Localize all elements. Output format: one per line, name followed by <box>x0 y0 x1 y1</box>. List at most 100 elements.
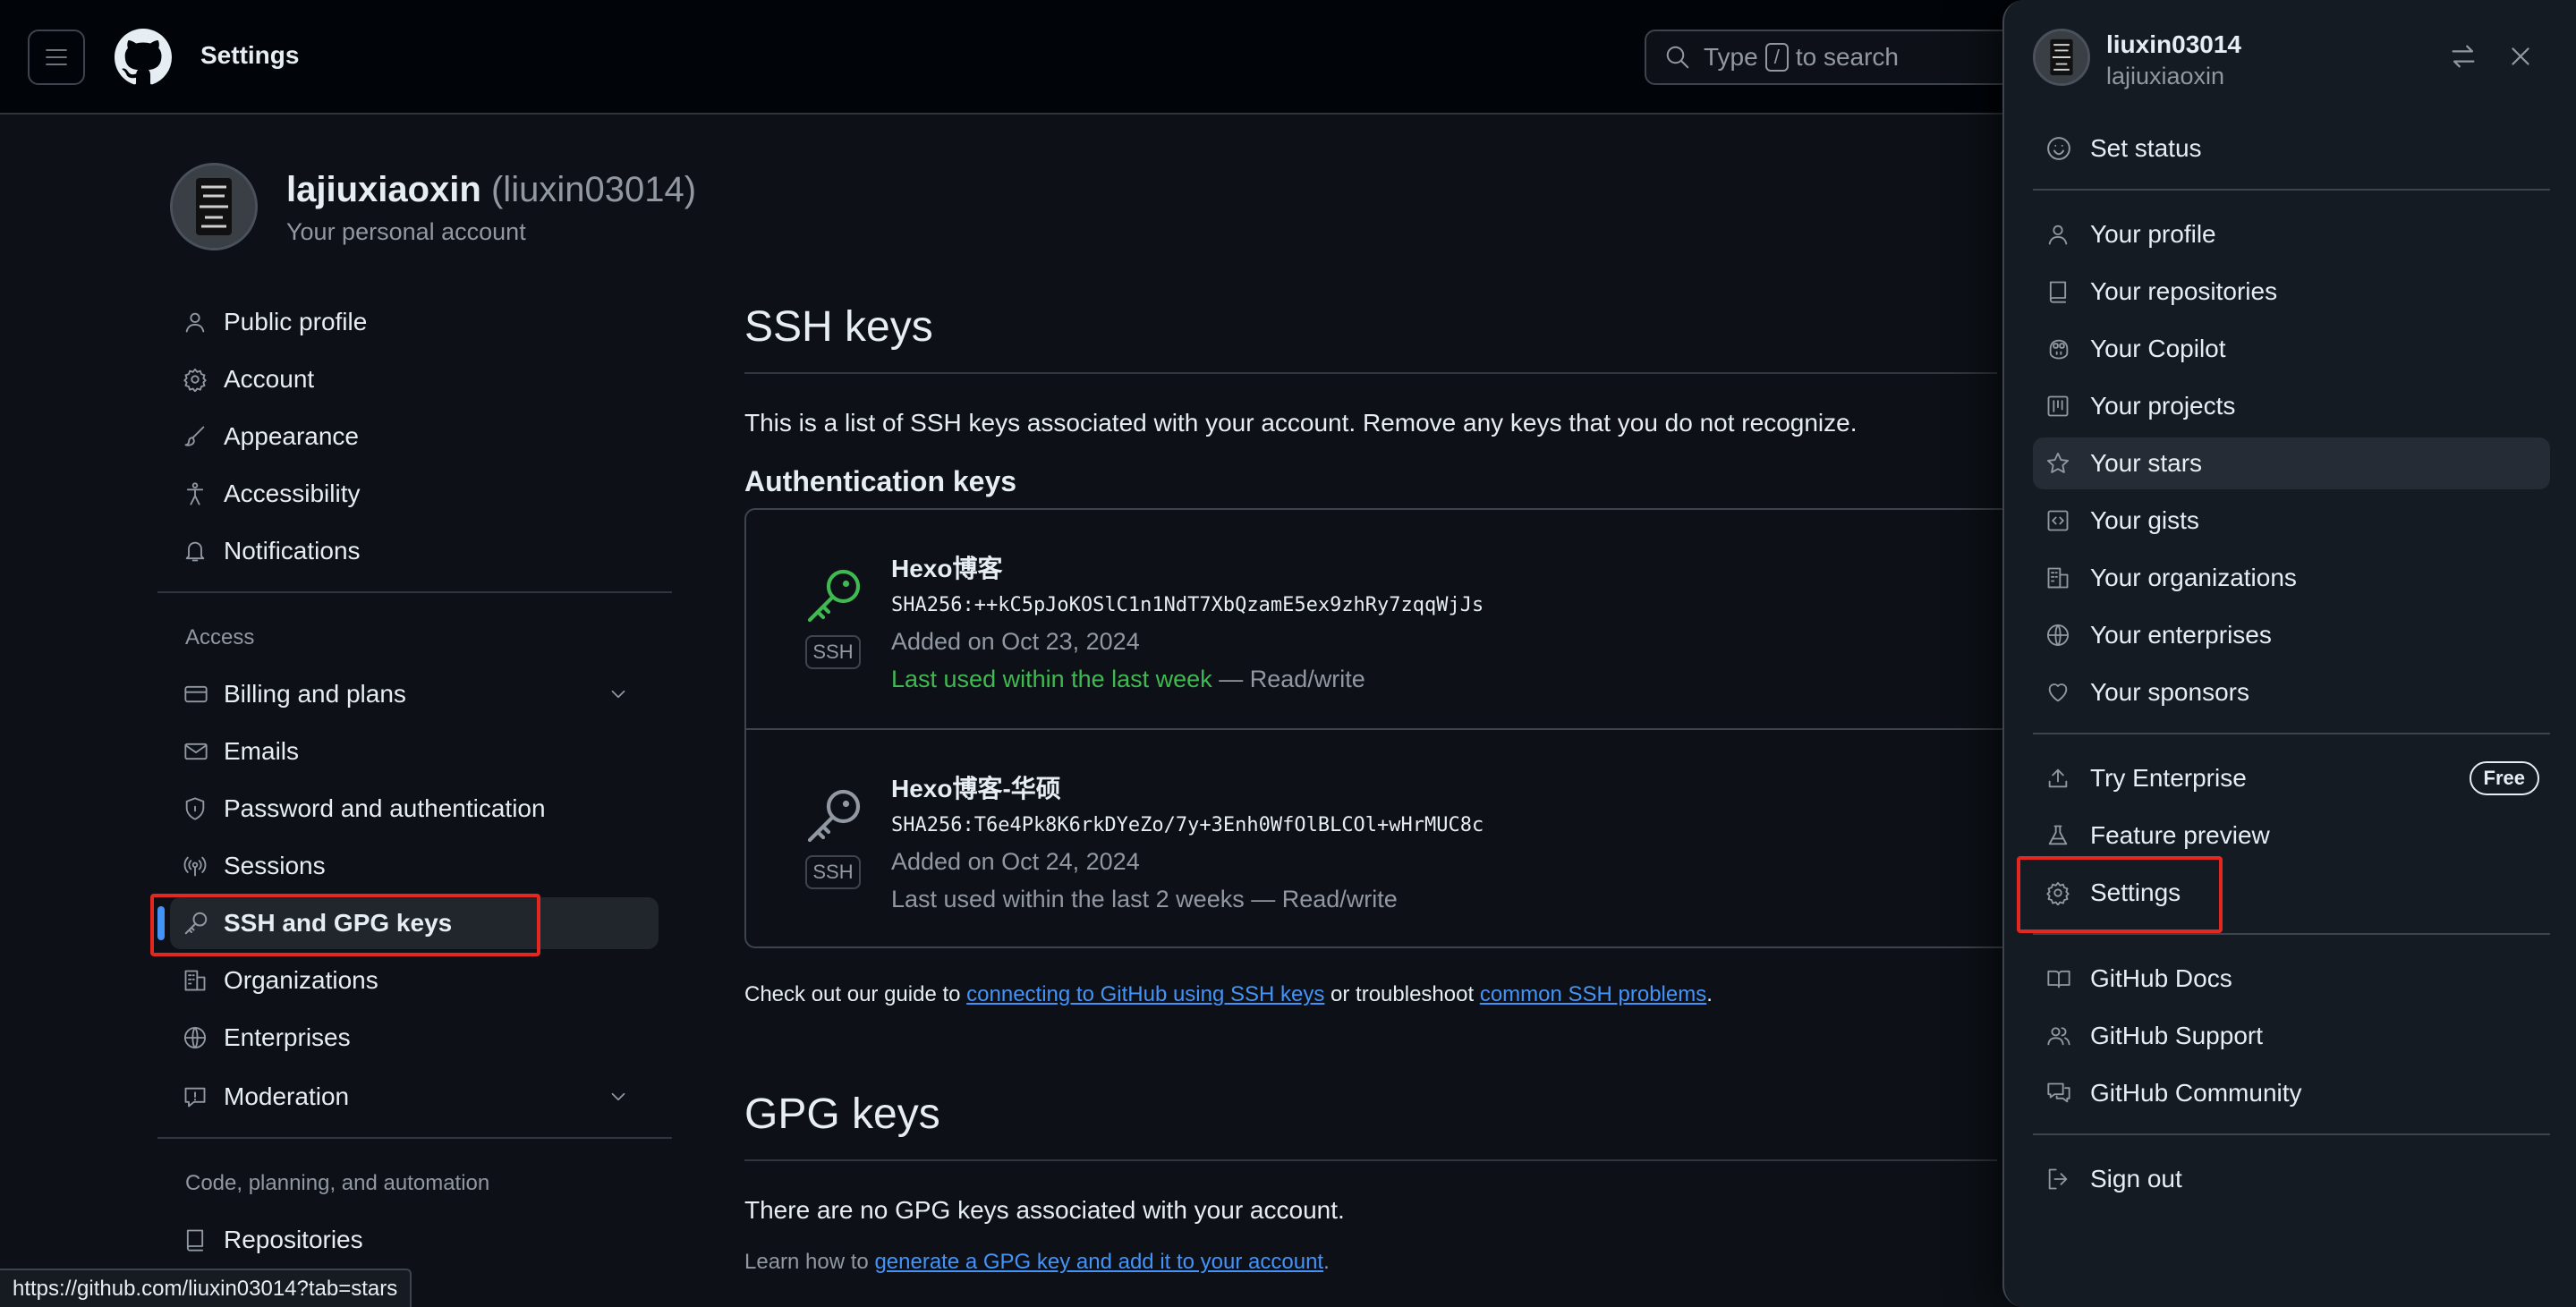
bell-icon <box>183 537 224 565</box>
menu-item-your-stars[interactable]: Your stars <box>2033 437 2550 489</box>
sidebar-item-password-auth[interactable]: Password and authentication <box>170 783 659 835</box>
ssh-key-access: — Read/write <box>1211 666 1365 692</box>
search-input[interactable]: Type / to search <box>1645 30 2020 85</box>
account-avatar[interactable] <box>170 163 258 250</box>
sidebar-item-enterprises[interactable]: Enterprises <box>170 1012 659 1064</box>
gpg-divider <box>744 1159 1997 1161</box>
menu-item-set-status[interactable]: Set status <box>2033 123 2550 174</box>
beaker-icon <box>2045 823 2090 848</box>
free-badge: Free <box>2469 761 2539 795</box>
ssh-key-fingerprint: SHA256:T6e4Pk8K6rkDYeZo/7y+3Enh0WfOlBLCO… <box>891 814 1484 836</box>
ssh-key-title: Hexo博客-华硕 <box>891 775 1061 802</box>
hamburger-icon <box>46 49 67 65</box>
people-icon <box>2045 1023 2090 1048</box>
sidebar-item-notifications[interactable]: Notifications <box>170 525 659 577</box>
ssh-key-added-date: Added on Oct 23, 2024 <box>891 628 1140 655</box>
menu-item-label: Your repositories <box>2090 277 2278 305</box>
menu-item-label: GitHub Community <box>2090 1079 2302 1107</box>
search-prefix: Type <box>1704 43 1758 71</box>
menu-item-github-docs[interactable]: GitHub Docs <box>2033 953 2550 1005</box>
sidebar-item-public-profile[interactable]: Public profile <box>170 296 659 348</box>
credit-card-icon <box>183 680 224 709</box>
page-context-title[interactable]: Settings <box>200 41 299 70</box>
sidebar-item-sessions[interactable]: Sessions <box>170 840 659 892</box>
accessibility-icon <box>183 480 224 508</box>
sidebar-item-emails[interactable]: Emails <box>170 726 659 777</box>
menu-item-sign-out[interactable]: Sign out <box>2033 1153 2550 1205</box>
project-icon <box>2045 394 2090 419</box>
ssh-problems-link[interactable]: common SSH problems <box>1480 982 1706 1006</box>
ssh-badge: SSH <box>805 635 861 669</box>
sidebar-item-label: Emails <box>224 737 300 765</box>
sidebar-heading-code: Code, planning, and automation <box>185 1171 490 1195</box>
ssh-key-last-used-highlight: Last used within the last week <box>891 666 1212 692</box>
guide-prefix: Check out our guide to <box>744 982 967 1006</box>
menu-item-your-projects[interactable]: Your projects <box>2033 380 2550 432</box>
menu-item-label: Your Copilot <box>2090 335 2226 362</box>
menu-item-label: GitHub Docs <box>2090 964 2232 992</box>
menu-item-label: Set status <box>2090 134 2202 162</box>
menu-item-your-profile[interactable]: Your profile <box>2033 208 2550 260</box>
page-description: This is a list of SSH keys associated wi… <box>744 409 1858 437</box>
menu-item-label: GitHub Support <box>2090 1022 2263 1049</box>
sign-out-icon <box>2045 1167 2090 1192</box>
upload-icon <box>2045 766 2090 791</box>
sidebar-item-accessibility[interactable]: Accessibility <box>170 468 659 520</box>
connecting-ssh-link[interactable]: connecting to GitHub using SSH keys <box>966 982 1324 1006</box>
generate-gpg-key-link[interactable]: generate a GPG key and add it to your ac… <box>874 1250 1323 1274</box>
menu-item-label: Feature preview <box>2090 821 2270 849</box>
page-title: SSH keys <box>744 303 933 351</box>
gear-icon <box>183 365 224 394</box>
organization-icon <box>183 966 224 995</box>
sidebar-item-label: Billing and plans <box>224 680 406 708</box>
menu-divider <box>2033 1133 2550 1135</box>
menu-divider <box>2033 189 2550 191</box>
sidebar-divider <box>157 591 672 593</box>
account-display-name[interactable]: lajiuxiaoxin (liuxin03014) <box>286 170 696 210</box>
sidebar-item-label: Password and authentication <box>224 794 546 822</box>
key-icon <box>807 789 861 843</box>
menu-item-your-gists[interactable]: Your gists <box>2033 495 2550 547</box>
close-drawer-button[interactable] <box>2505 41 2536 72</box>
menu-item-github-community[interactable]: GitHub Community <box>2033 1067 2550 1119</box>
report-icon <box>183 1082 224 1111</box>
sidebar-item-label: Accessibility <box>224 480 361 507</box>
repo-icon <box>183 1226 224 1254</box>
hamburger-menu-button[interactable] <box>28 30 85 85</box>
organization-icon <box>2045 565 2090 590</box>
sidebar-item-label: Repositories <box>224 1226 363 1253</box>
sidebar-item-label: Notifications <box>224 537 361 564</box>
menu-item-github-support[interactable]: GitHub Support <box>2033 1010 2550 1062</box>
menu-item-your-sponsors[interactable]: Your sponsors <box>2033 666 2550 718</box>
drawer-login: liuxin03014 <box>2106 30 2241 58</box>
copilot-icon <box>2045 336 2090 361</box>
guide-middle: or troubleshoot <box>1324 982 1480 1006</box>
menu-item-your-enterprises[interactable]: Your enterprises <box>2033 609 2550 661</box>
sidebar-item-organizations[interactable]: Organizations <box>170 955 659 1006</box>
menu-item-your-organizations[interactable]: Your organizations <box>2033 552 2550 604</box>
menu-item-label: Sign out <box>2090 1165 2182 1192</box>
menu-item-your-copilot[interactable]: Your Copilot <box>2033 323 2550 375</box>
paintbrush-icon <box>183 422 224 451</box>
sidebar-item-account[interactable]: Account <box>170 353 659 405</box>
menu-item-feature-preview[interactable]: Feature preview <box>2033 810 2550 861</box>
switch-account-button[interactable] <box>2448 41 2478 72</box>
account-handle: (liuxin03014) <box>490 170 697 209</box>
ssh-key-last-used: Last used within the last 2 weeks — Read… <box>891 886 1398 912</box>
gpg-learn-suffix: . <box>1323 1250 1330 1274</box>
sidebar-item-repositories[interactable]: Repositories <box>170 1214 659 1266</box>
sidebar-item-moderation[interactable]: Moderation <box>170 1071 659 1123</box>
menu-item-your-repositories[interactable]: Your repositories <box>2033 266 2550 318</box>
code-square-icon <box>2045 508 2090 533</box>
close-icon <box>2512 47 2529 65</box>
globe-icon <box>183 1023 224 1052</box>
github-logo-icon[interactable] <box>115 29 172 86</box>
ssh-key-fingerprint: SHA256:++kC5pJoKOSlC1n1NdT7XbQzamE5ex9zh… <box>891 594 1484 616</box>
sidebar-item-billing[interactable]: Billing and plans <box>170 668 659 720</box>
sidebar-item-label: Appearance <box>224 422 360 450</box>
menu-item-label: Your organizations <box>2090 564 2297 591</box>
menu-item-try-enterprise[interactable]: Try Enterprise Free <box>2033 752 2550 804</box>
sidebar-divider <box>157 1137 672 1139</box>
user-menu-drawer: liuxin03014 lajiuxiaoxin Set status Your… <box>2002 0 2576 1307</box>
sidebar-item-appearance[interactable]: Appearance <box>170 411 659 463</box>
